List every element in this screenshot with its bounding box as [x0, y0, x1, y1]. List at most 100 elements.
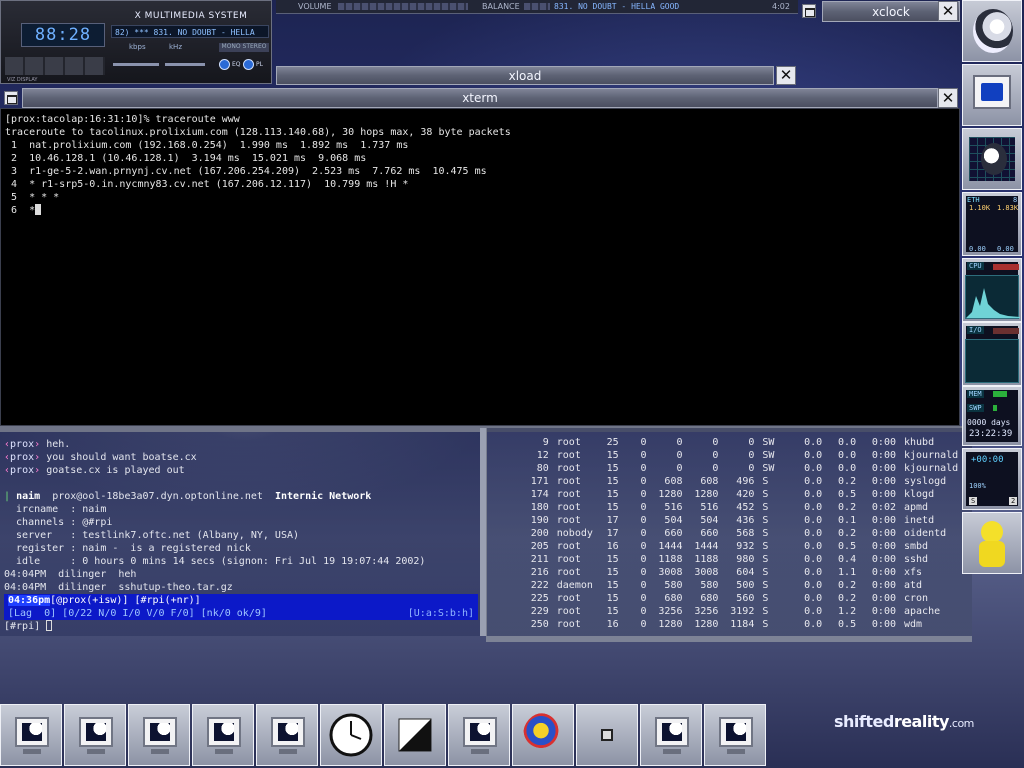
process-cell: 200: [530, 528, 549, 539]
irc-input[interactable]: [#rpi]: [4, 620, 53, 633]
uptime-days: 0000 days: [967, 418, 1011, 427]
dock-tile-gaim[interactable]: [962, 512, 1022, 574]
bottom-dock-terminal-3[interactable]: [128, 704, 190, 766]
timer-2-button[interactable]: 2: [1009, 497, 1018, 505]
xmms-volume-slider[interactable]: [113, 63, 159, 66]
process-cell: 1444: [694, 541, 719, 552]
process-cell: 500: [736, 580, 755, 591]
process-cell: 15: [606, 476, 619, 487]
bottom-dock-terminal-5[interactable]: [256, 704, 318, 766]
monitor-icon: [655, 717, 689, 747]
xload-titlebar[interactable]: xload: [276, 66, 774, 85]
process-cell: 0:00: [871, 450, 896, 461]
bottom-dock-terminal-4[interactable]: [192, 704, 254, 766]
xmms-khz-label: kHz: [169, 43, 182, 51]
process-cell: 15: [606, 502, 619, 513]
dock-mem-monitor[interactable]: MEM SWP 0000 days 23:22:39: [962, 386, 1022, 446]
xmms-eq-label: EQ: [232, 61, 241, 68]
uptime-time: 23:22:39: [969, 429, 1013, 439]
dock-io-monitor[interactable]: I/O: [962, 322, 1022, 386]
process-cell: 180: [530, 502, 549, 513]
process-cell: 0.0: [804, 567, 823, 578]
process-row: 222 daemon 15 0 580 580 500 S 0.0 0.2 0:00 atd: [487, 579, 972, 592]
process-cell: oidentd: [904, 528, 947, 539]
swirl-icon: [523, 713, 563, 757]
process-cell: 0: [640, 541, 647, 552]
process-cell: 0.2: [838, 476, 857, 487]
process-cell: 15: [606, 489, 619, 500]
timer-s-button[interactable]: S: [969, 497, 978, 505]
process-cell: daemon: [556, 580, 593, 591]
process-cell: S: [762, 541, 769, 552]
xterm-terminal[interactable]: [prox:tacolap:16:31:10]% traceroute www …: [0, 108, 960, 426]
process-cell: S: [762, 502, 769, 513]
dock-timer[interactable]: +00:00 100% S 2: [962, 448, 1022, 510]
top-process-list[interactable]: 9 root 25 0 0 0 0 SW 0.0 0.0 0:00 khubd 12 root 15 0 0 0 0…: [486, 428, 972, 642]
process-row: 250 root 16 0 1280 1280 1184 S 0.0 0.5 0:00 wdm: [487, 618, 972, 631]
process-cell: 0.5: [838, 489, 857, 500]
process-cell: apmd: [904, 502, 929, 513]
brand-domain: .com: [948, 717, 975, 730]
xterm-titlebar[interactable]: xterm: [22, 88, 938, 108]
process-cell: 0:00: [871, 463, 896, 474]
xmms-eq-button[interactable]: [219, 59, 230, 70]
whois-line: register : naim - is a registered nick: [4, 543, 251, 554]
bottom-dock-debian[interactable]: [512, 704, 574, 766]
monitor-stand: [279, 749, 297, 754]
process-cell: cron: [904, 593, 929, 604]
xmms-transport-controls[interactable]: [5, 57, 105, 75]
bottom-dock-terminal-1[interactable]: [0, 704, 62, 766]
xload-close-button[interactable]: ✕: [776, 66, 796, 85]
process-cell: root: [556, 502, 581, 513]
bottom-dock-terminal-6[interactable]: [448, 704, 510, 766]
bottom-dock-clock[interactable]: [320, 704, 382, 766]
process-cell: 0: [640, 606, 647, 617]
xmms-shade-bar[interactable]: VOLUME BALANCE 831. NO DOUBT - HELLA GOO…: [276, 0, 798, 14]
process-cell: 222: [530, 580, 549, 591]
bottom-dock-terminal-8[interactable]: [704, 704, 766, 766]
bottom-dock-xload[interactable]: [384, 704, 446, 766]
dock-tile-logo[interactable]: [962, 0, 1022, 62]
irc-input-prompt: [#rpi]: [4, 621, 47, 632]
process-cell: 1280: [694, 489, 719, 500]
process-cell: klogd: [904, 489, 935, 500]
process-cell: 660: [664, 528, 683, 539]
xmms-pl-button[interactable]: [243, 59, 254, 70]
monitor-stand: [471, 749, 489, 754]
top-hscrollbar[interactable]: [486, 636, 972, 642]
balance-track[interactable]: [524, 3, 550, 10]
process-cell: 1184: [730, 619, 755, 630]
bottom-dock-terminal-2[interactable]: [64, 704, 126, 766]
process-cell: 0:00: [871, 437, 896, 448]
process-cell: 25: [606, 437, 619, 448]
process-cell: 0:00: [871, 541, 896, 552]
irc-client-pane[interactable]: ‹prox› heh. ‹prox› you should want boats…: [0, 428, 480, 636]
volume-track[interactable]: [338, 3, 468, 10]
balance-label: BALANCE: [482, 2, 520, 11]
bottom-dock-terminal-7[interactable]: [640, 704, 702, 766]
process-cell: 0: [640, 593, 647, 604]
gaim-head-icon: [981, 521, 1003, 543]
process-cell: root: [556, 450, 581, 461]
process-cell: 0: [640, 450, 647, 461]
dock-tile-terminal[interactable]: [962, 64, 1022, 126]
process-cell: 604: [736, 567, 755, 578]
xclock-close-button[interactable]: ✕: [938, 1, 958, 21]
dock-cpu-monitor[interactable]: CPU: [962, 258, 1022, 322]
xmms-balance-slider[interactable]: [165, 63, 205, 66]
process-cell: kjournald: [904, 463, 959, 474]
process-cell: 516: [664, 502, 683, 513]
monitor-icon: [719, 717, 753, 747]
eth-label: ETH: [967, 196, 980, 204]
dock-eth-monitor[interactable]: ETH 8 1.10K 1.83K 0.00 0.00: [962, 192, 1022, 256]
xclock-menu-button[interactable]: [802, 4, 816, 18]
xterm-menu-button[interactable]: [4, 91, 18, 105]
process-cell: 0: [640, 489, 647, 500]
xterm-close-button[interactable]: ✕: [938, 88, 958, 108]
process-cell: 80: [536, 463, 549, 474]
process-cell: 0.0: [804, 606, 823, 617]
process-cell: 0:02: [871, 502, 896, 513]
bottom-dock-lock[interactable]: [576, 704, 638, 766]
whois-line: idle : 0 hours 0 mins 14 secs (signon: F…: [4, 556, 426, 567]
dock-tile-painter[interactable]: [962, 128, 1022, 190]
